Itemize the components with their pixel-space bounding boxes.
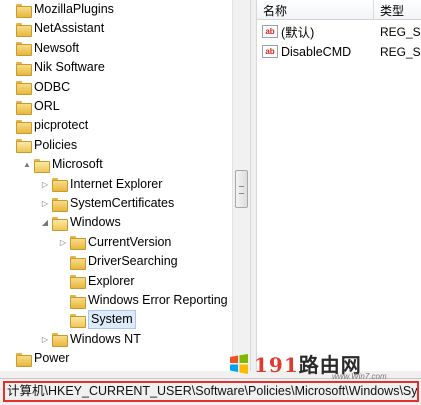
folder-icon	[52, 197, 68, 212]
tree-item-label: ODBC	[34, 79, 71, 94]
tree-item-label: SystemCertificates	[70, 196, 175, 210]
value-name: (默认)	[281, 26, 315, 40]
expand-arrow-icon[interactable]: ▲	[22, 160, 32, 169]
tree-item-newsoft[interactable]: Newsoft	[4, 39, 79, 58]
tree-item-system[interactable]: System	[58, 310, 136, 330]
folder-icon	[16, 3, 32, 18]
folder-icon	[16, 81, 32, 96]
column-header-type[interactable]: 类型	[380, 2, 404, 19]
tree-item-orl[interactable]: ORL	[4, 97, 60, 116]
tree-item-nik-software[interactable]: Nik Software	[4, 58, 105, 77]
tree-item-netassistant[interactable]: NetAssistant	[4, 19, 104, 38]
folder-icon	[70, 275, 86, 290]
tree-item-windows-error-reporting[interactable]: Windows Error Reporting	[58, 291, 228, 310]
registry-key-tree[interactable]: MozillaPlugins NetAssistant Newsoft Nik Sof…	[0, 0, 232, 371]
expand-arrow-icon[interactable]: ▷	[58, 238, 68, 247]
tree-item-driversearching[interactable]: DriverSearching	[58, 252, 178, 271]
tree-item-currentversion[interactable]: ▷ CurrentVersion	[58, 233, 171, 252]
tree-item-label: System	[88, 310, 136, 330]
tree-item-odbc[interactable]: ODBC	[4, 78, 70, 97]
string-value-icon: ab	[262, 45, 278, 58]
folder-icon	[16, 139, 32, 154]
tree-item-label: CurrentVersion	[88, 234, 172, 249]
folder-icon	[16, 61, 32, 76]
pane-splitter[interactable]	[250, 0, 257, 371]
folder-icon	[34, 158, 50, 173]
tree-item-explorer[interactable]: Explorer	[58, 272, 135, 291]
tree-item-windows[interactable]: ◢ Windows	[40, 213, 121, 232]
tree-item-systemcertificates[interactable]: ▷ SystemCertificates	[40, 194, 174, 213]
folder-icon	[52, 216, 68, 231]
tree-item-label: picprotect	[34, 118, 89, 133]
folder-icon	[70, 255, 86, 270]
value-row-default[interactable]: ab (默认) REG_SZ	[257, 22, 421, 41]
tree-item-windows-nt[interactable]: ▷ Windows NT	[40, 330, 141, 349]
folder-icon	[16, 119, 32, 134]
folder-icon	[16, 100, 32, 115]
string-value-icon: ab	[262, 25, 278, 38]
tree-item-label: DriverSearching	[88, 254, 178, 269]
folder-icon	[52, 178, 68, 193]
folder-icon	[16, 42, 32, 57]
expand-arrow-icon[interactable]: ▷	[40, 199, 50, 208]
tree-item-policies[interactable]: Policies	[4, 136, 77, 155]
tree-item-label: NetAssistant	[34, 21, 105, 36]
tree-item-label: Policies	[34, 137, 78, 152]
expand-arrow-icon[interactable]: ▷	[40, 335, 50, 344]
tree-item-label: Internet Explorer	[70, 176, 163, 191]
expand-arrow-icon[interactable]: ▷	[40, 180, 50, 189]
folder-icon	[16, 22, 32, 37]
tree-item-label: Windows Error Reporting	[88, 293, 228, 307]
folder-icon	[52, 333, 68, 348]
folder-icon	[16, 352, 32, 367]
registry-value-list[interactable]: 名称 类型 ab (默认) REG_SZ ab DisableCMD REG_S…	[257, 0, 421, 371]
tree-item-label: Windows NT	[70, 331, 141, 346]
tree-item-label: Explorer	[88, 273, 135, 288]
tree-scrollbar[interactable]: ▼	[232, 0, 250, 371]
value-row-disablecmd[interactable]: ab DisableCMD REG_SZ	[257, 42, 421, 61]
column-separator[interactable]	[373, 0, 374, 20]
tree-item-internet-explorer[interactable]: ▷ Internet Explorer	[40, 175, 162, 194]
tree-scroll-thumb[interactable]	[235, 170, 248, 208]
registry-path-text: 计算机\HKEY_CURRENT_USER\Software\Policies\…	[3, 381, 419, 402]
tree-item-label: Newsoft	[34, 40, 80, 55]
value-type: REG_SZ	[380, 44, 421, 59]
folder-icon	[70, 236, 86, 251]
value-name: DisableCMD	[281, 44, 352, 59]
tree-item-mozillaplugins[interactable]: MozillaPlugins	[4, 0, 114, 19]
value-list-header: 名称 类型	[257, 0, 421, 20]
column-header-name[interactable]: 名称	[263, 2, 287, 19]
tree-item-label: Power	[34, 351, 70, 366]
status-bar-spacer	[0, 371, 421, 378]
tree-item-label: ORL	[34, 99, 60, 113]
status-bar: 计算机\HKEY_CURRENT_USER\Software\Policies\…	[0, 378, 421, 405]
tree-item-power[interactable]: Power	[4, 349, 69, 368]
value-type: REG_SZ	[380, 24, 421, 39]
tree-item-label: Nik Software	[34, 60, 105, 75]
folder-icon	[70, 313, 86, 328]
tree-item-label: Microsoft	[52, 157, 103, 172]
folder-icon	[70, 294, 86, 309]
tree-item-microsoft[interactable]: ▲ Microsoft	[22, 155, 103, 174]
tree-item-label: MozillaPlugins	[34, 2, 114, 16]
tree-item-picprotect[interactable]: picprotect	[4, 116, 88, 135]
expand-arrow-icon[interactable]: ◢	[40, 218, 50, 227]
tree-item-label: Windows	[70, 215, 121, 230]
scroll-down-arrow-icon[interactable]: ▼	[235, 352, 248, 366]
